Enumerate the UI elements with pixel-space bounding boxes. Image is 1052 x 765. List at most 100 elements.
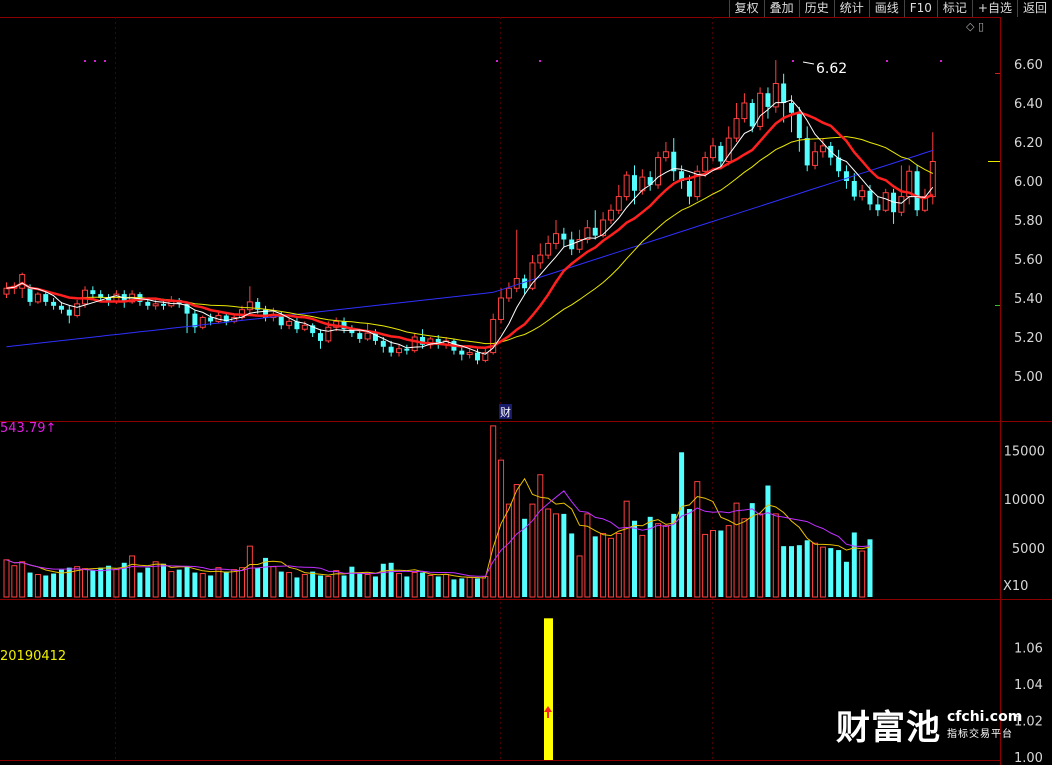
volume-bar (475, 578, 480, 597)
candle-body (34, 293, 41, 303)
volume-bar (396, 573, 402, 598)
panel-icons[interactable]: ◇ ▯ (966, 20, 984, 33)
volume-bar (592, 536, 598, 597)
candle-body (161, 303, 166, 306)
volume-bar (553, 513, 559, 598)
volume-bar (349, 566, 355, 597)
candle-body (772, 83, 779, 108)
chart-markers: 6.62 财 (84, 60, 942, 419)
volume-bar (372, 576, 378, 597)
volume-ma5-line (6, 477, 871, 579)
candle-body (749, 103, 755, 127)
volume-bar (671, 513, 677, 597)
volume-bar (812, 542, 819, 598)
volume-bar (263, 557, 269, 597)
volume-bar (505, 503, 512, 598)
event-marker-label: 财 (500, 405, 511, 419)
volume-bar (184, 566, 190, 597)
candle-body (710, 145, 716, 159)
volume-bar (772, 513, 779, 598)
volume-bar (246, 545, 253, 598)
candle-body (66, 309, 72, 316)
signal-dot (539, 60, 541, 62)
candle-body (357, 333, 363, 339)
candle-body (843, 171, 849, 181)
ma20-line (6, 136, 934, 345)
candle-body (757, 92, 764, 127)
volume-bar (168, 571, 175, 598)
volume-bar (239, 567, 245, 598)
candle-body (561, 233, 567, 240)
candle-body (278, 315, 284, 326)
volume-bar (145, 567, 151, 597)
volume-bar (27, 572, 33, 597)
ma10-line (6, 111, 934, 349)
volume-bar (129, 555, 136, 598)
candle-body (796, 112, 802, 139)
candle-body (836, 157, 842, 172)
ma60-line (6, 149, 933, 348)
candle-body (804, 138, 810, 166)
volume-bar (215, 567, 222, 598)
price-axis-label: 5.00 (1014, 370, 1043, 385)
signal-dot (94, 60, 96, 62)
signal-dots (84, 60, 942, 62)
volume-bar (388, 562, 394, 597)
price-axis-label: 5.20 (1014, 331, 1043, 346)
signal-date-label: 20190412 (0, 649, 67, 664)
signal-dot (940, 60, 942, 62)
price-axis-label: 6.60 (1014, 58, 1043, 73)
price-axis-label: 6.20 (1014, 136, 1043, 151)
volume-bar (867, 539, 873, 597)
candle-body (505, 287, 512, 299)
volume-bar (710, 530, 716, 598)
candle-body (459, 350, 465, 355)
volume-bar (137, 572, 143, 597)
volume-bars (3, 425, 873, 598)
candle-body (929, 161, 936, 198)
candle-body (466, 352, 473, 356)
candle-body (882, 192, 889, 211)
candle-body (475, 352, 480, 361)
signal-dot (104, 60, 106, 62)
volume-bar (639, 534, 646, 598)
candle-body (615, 196, 622, 211)
candle-body (286, 320, 293, 326)
candle-body (199, 317, 206, 328)
candle-body (318, 333, 323, 341)
volume-bar (404, 576, 410, 597)
logo-domain: cfchi.com (947, 709, 1023, 725)
volume-bar (569, 533, 575, 597)
signal-bar (544, 618, 553, 760)
volume-bar (231, 569, 238, 598)
volume-bar (420, 572, 426, 597)
price-info: 543.79↑ (0, 421, 56, 436)
volume-ma-lines (6, 477, 871, 579)
volume-bar (537, 474, 544, 598)
volume-bar (90, 570, 96, 597)
indicator-signal (544, 618, 553, 760)
watermark-logo: 财富池 cfchi.com 指标交易平台 (836, 700, 1022, 749)
logo-mark: 财富池 (836, 708, 941, 748)
candle-body (623, 174, 630, 198)
volume-bar (600, 532, 607, 598)
candle-body (867, 190, 873, 205)
signal-dot (84, 60, 86, 62)
candle-body (537, 254, 544, 264)
volume-bar (482, 575, 489, 598)
indicator-axis-label: 1.06 (1014, 642, 1043, 657)
logo-text: cfchi.com 指标交易平台 (947, 709, 1022, 740)
price-axis-label: 5.40 (1014, 292, 1043, 307)
volume-bar (34, 574, 41, 598)
candle-body (513, 278, 520, 289)
candle-body (789, 103, 794, 113)
volume-bar (341, 575, 347, 597)
volume-bar (686, 509, 692, 597)
volume-bar (513, 484, 520, 598)
candle-body (74, 303, 81, 317)
volume-bar (561, 513, 567, 597)
volume-bar (176, 569, 182, 597)
candle-body (662, 151, 669, 159)
candle-body (58, 305, 64, 310)
volume-bar (58, 569, 64, 597)
